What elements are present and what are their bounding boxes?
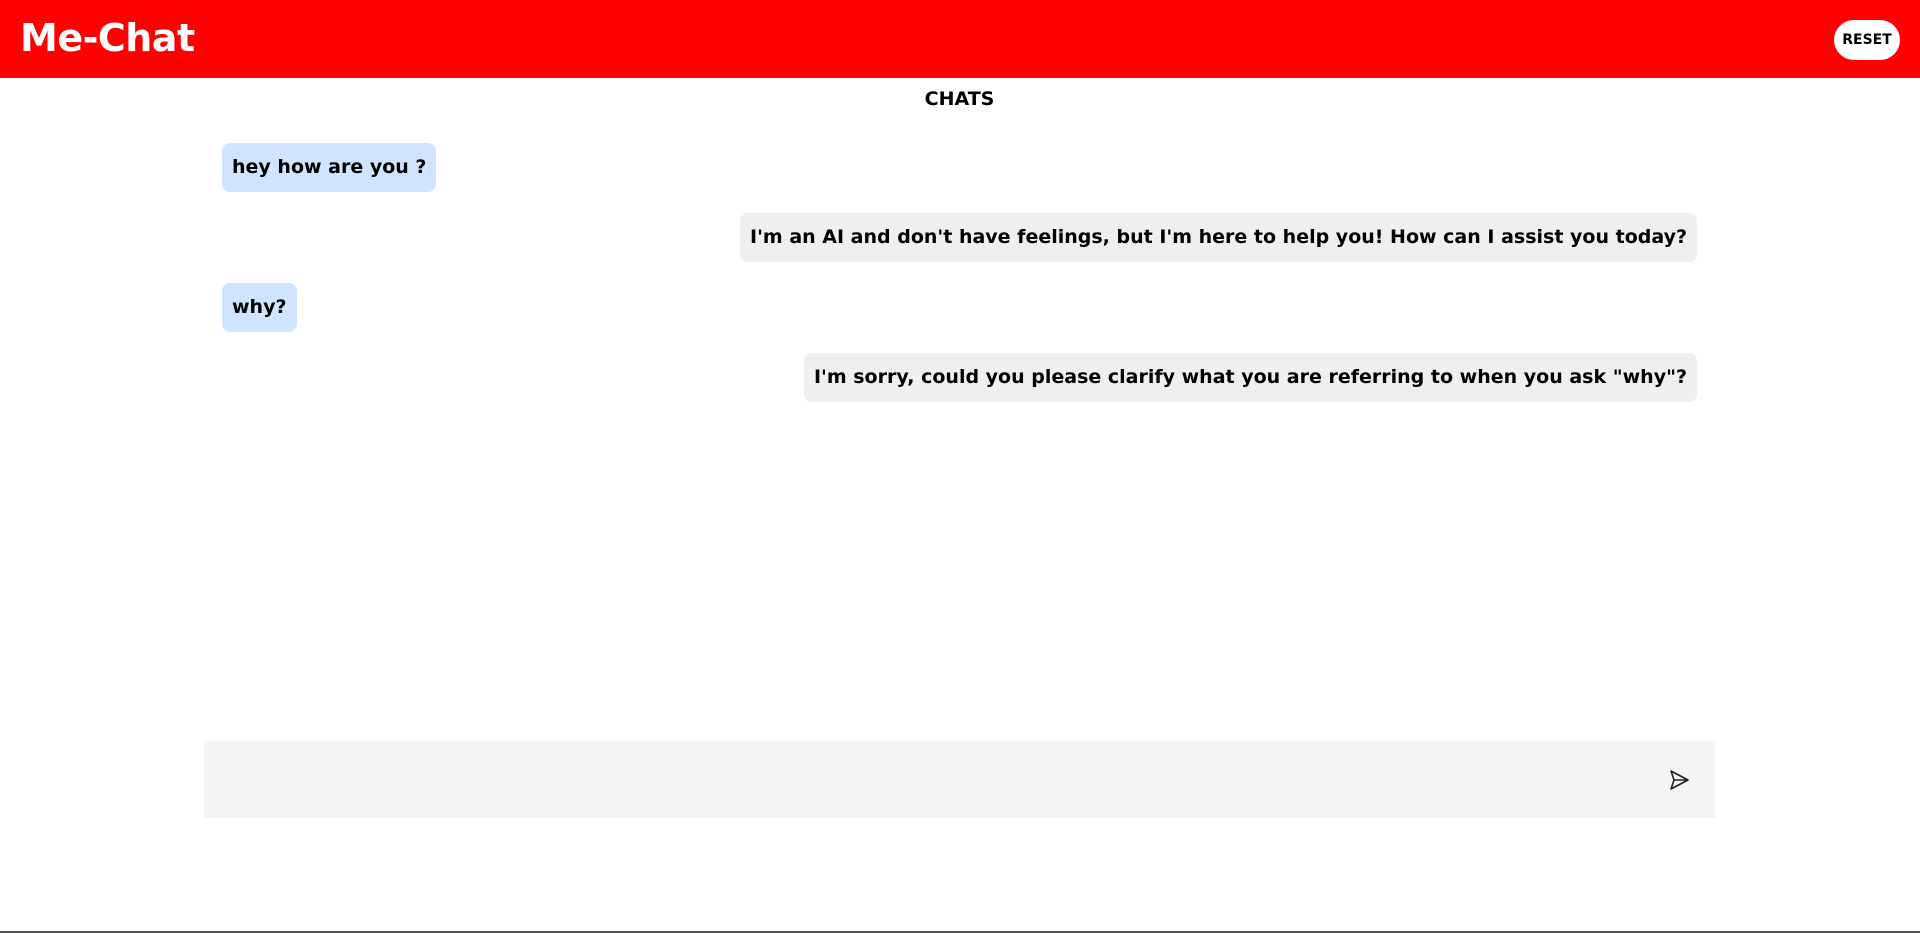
message-user: hey how are you ? <box>222 143 437 192</box>
reset-button[interactable]: RESET <box>1834 20 1900 60</box>
message-bot: I'm an AI and don't have feelings, but I… <box>740 213 1697 262</box>
message-user: why? <box>222 283 297 332</box>
send-button[interactable] <box>1666 767 1692 793</box>
message-bot: I'm sorry, could you please clarify what… <box>803 353 1697 402</box>
message-composer <box>204 741 1715 818</box>
message-input[interactable] <box>204 741 1644 818</box>
top-header: Me-Chat RESET <box>0 0 1920 78</box>
send-icon <box>1666 770 1692 796</box>
chats-title: CHATS <box>924 88 995 110</box>
chat-area: CHATS hey how are you ? I'm an AI and do… <box>204 78 1715 818</box>
app-logo: Me-Chat <box>20 16 195 60</box>
